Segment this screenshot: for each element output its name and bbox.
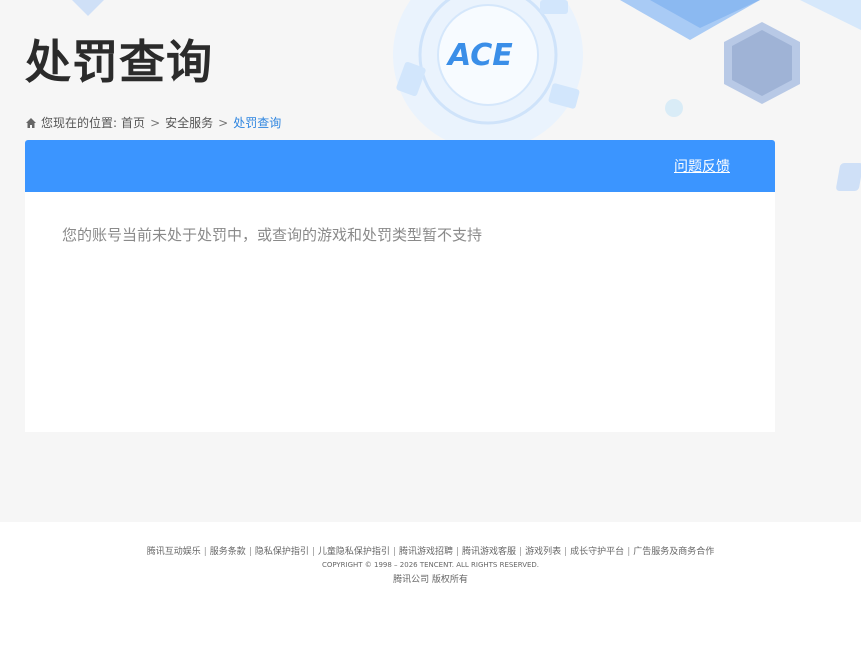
footer-link[interactable]: 隐私保护指引 (255, 547, 309, 557)
breadcrumb-separator: > (150, 115, 161, 130)
card-header: 问题反馈 (25, 140, 775, 192)
footer-link[interactable]: 腾讯游戏客服 (462, 547, 516, 557)
copyright: COPYRIGHT © 1998 – 2026 TENCENT. ALL RIG… (321, 561, 540, 569)
side-decoration (835, 163, 861, 191)
status-message: 您的账号当前未处于处罚中，或查询的游戏和处罚类型暂不支持 (62, 226, 483, 244)
ace-logo: ACE (448, 38, 513, 73)
breadcrumb-item-security[interactable]: 安全服务 (165, 114, 213, 131)
footer-divider: | (311, 547, 315, 557)
card-body: 您的账号当前未处于处罚中，或查询的游戏和处罚类型暂不支持 (25, 192, 775, 432)
footer-link[interactable]: 游戏列表 (525, 547, 561, 557)
footer-link[interactable]: 服务条款 (210, 547, 246, 557)
company-notice: 腾讯公司 版权所有 (393, 575, 468, 585)
breadcrumb-separator: > (218, 115, 229, 130)
footer: 腾讯互动娱乐 | 服务条款 | 隐私保护指引 | 儿童隐私保护指引 | 腾讯游戏招聘 | 腾讯游戏客… (0, 522, 861, 667)
feedback-link[interactable]: 问题反馈 (674, 156, 730, 176)
footer-divider: | (564, 547, 568, 557)
breadcrumb-item-home[interactable]: 首页 (121, 114, 145, 131)
footer-divider: | (203, 547, 207, 557)
footer-link[interactable]: 腾讯互动娱乐 (147, 547, 201, 557)
footer-divider: | (519, 547, 523, 557)
breadcrumb-item-current: 处罚查询 (233, 116, 282, 130)
breadcrumb: 您现在的位置: 首页 > 安全服务 > 处罚查询 (25, 114, 281, 131)
footer-divider: | (456, 547, 460, 557)
footer-link[interactable]: 儿童隐私保护指引 (318, 547, 390, 557)
footer-divider: | (248, 547, 252, 557)
footer-link[interactable]: 腾讯游戏招聘 (399, 547, 453, 557)
breadcrumb-prefix: 您现在的位置: (41, 116, 118, 130)
page-title: 处罚查询 (25, 35, 213, 89)
footer-divider: | (392, 547, 396, 557)
footer-links: 腾讯互动娱乐 | 服务条款 | 隐私保护指引 | 儿童隐私保护指引 | 腾讯游戏招聘 | 腾讯游戏客… (0, 544, 861, 557)
footer-divider: | (627, 547, 631, 557)
footer-link[interactable]: 成长守护平台 (570, 547, 624, 557)
footer-link[interactable]: 广告服务及商务合作 (633, 547, 714, 557)
home-icon (26, 117, 36, 128)
